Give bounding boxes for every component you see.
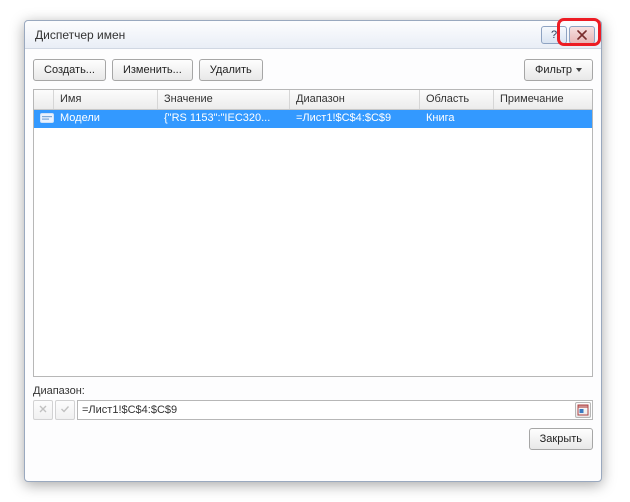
row-icon-cell: [34, 110, 54, 128]
refers-to-input[interactable]: [77, 400, 593, 420]
header-value[interactable]: Значение: [158, 90, 290, 109]
cell-note: [494, 110, 592, 128]
refers-to-row: [33, 400, 593, 420]
header-scope[interactable]: Область: [420, 90, 494, 109]
chevron-down-icon: [576, 68, 582, 72]
refers-to-label: Диапазон:: [33, 385, 593, 397]
filter-button[interactable]: Фильтр: [524, 59, 593, 81]
cell-name: Модели: [54, 110, 158, 128]
window-close-button[interactable]: [569, 26, 595, 44]
close-icon: [577, 30, 587, 40]
cancel-x-icon: [38, 404, 48, 417]
dialog-content: Создать... Изменить... Удалить Фильтр Им…: [33, 57, 593, 473]
header-range[interactable]: Диапазон: [290, 90, 420, 109]
cancel-edit-button[interactable]: [33, 400, 53, 420]
delete-button[interactable]: Удалить: [199, 59, 263, 81]
filter-label: Фильтр: [535, 64, 572, 76]
help-icon: ?: [551, 29, 557, 41]
check-icon: [60, 404, 70, 417]
edit-button[interactable]: Изменить...: [112, 59, 193, 81]
header-name[interactable]: Имя: [54, 90, 158, 109]
header-note[interactable]: Примечание: [494, 90, 592, 109]
grid-row[interactable]: Модели {"RS 1153":"IEC320... =Лист1!$C$4…: [34, 110, 592, 128]
help-button[interactable]: ?: [541, 26, 567, 44]
refedit-icon: [577, 404, 589, 416]
titlebar: Диспетчер имен ?: [25, 21, 601, 49]
grid-header: Имя Значение Диапазон Область Примечание: [34, 90, 592, 110]
header-icon-col[interactable]: [34, 90, 54, 109]
refers-to-section: Диапазон:: [33, 385, 593, 420]
cell-scope: Книга: [420, 110, 494, 128]
toolbar: Создать... Изменить... Удалить Фильтр: [33, 57, 593, 83]
name-manager-dialog: Диспетчер имен ? Создать... Изменить... …: [24, 20, 602, 482]
collapse-dialog-button[interactable]: [575, 402, 591, 418]
dialog-footer: Закрыть: [33, 428, 593, 450]
defined-name-icon: [40, 113, 54, 123]
cell-range: =Лист1!$C$4:$C$9: [290, 110, 420, 128]
close-button[interactable]: Закрыть: [529, 428, 593, 450]
new-button[interactable]: Создать...: [33, 59, 106, 81]
cell-value: {"RS 1153":"IEC320...: [158, 110, 290, 128]
window-title: Диспетчер имен: [31, 28, 539, 42]
confirm-edit-button[interactable]: [55, 400, 75, 420]
names-grid: Имя Значение Диапазон Область Примечание…: [33, 89, 593, 377]
